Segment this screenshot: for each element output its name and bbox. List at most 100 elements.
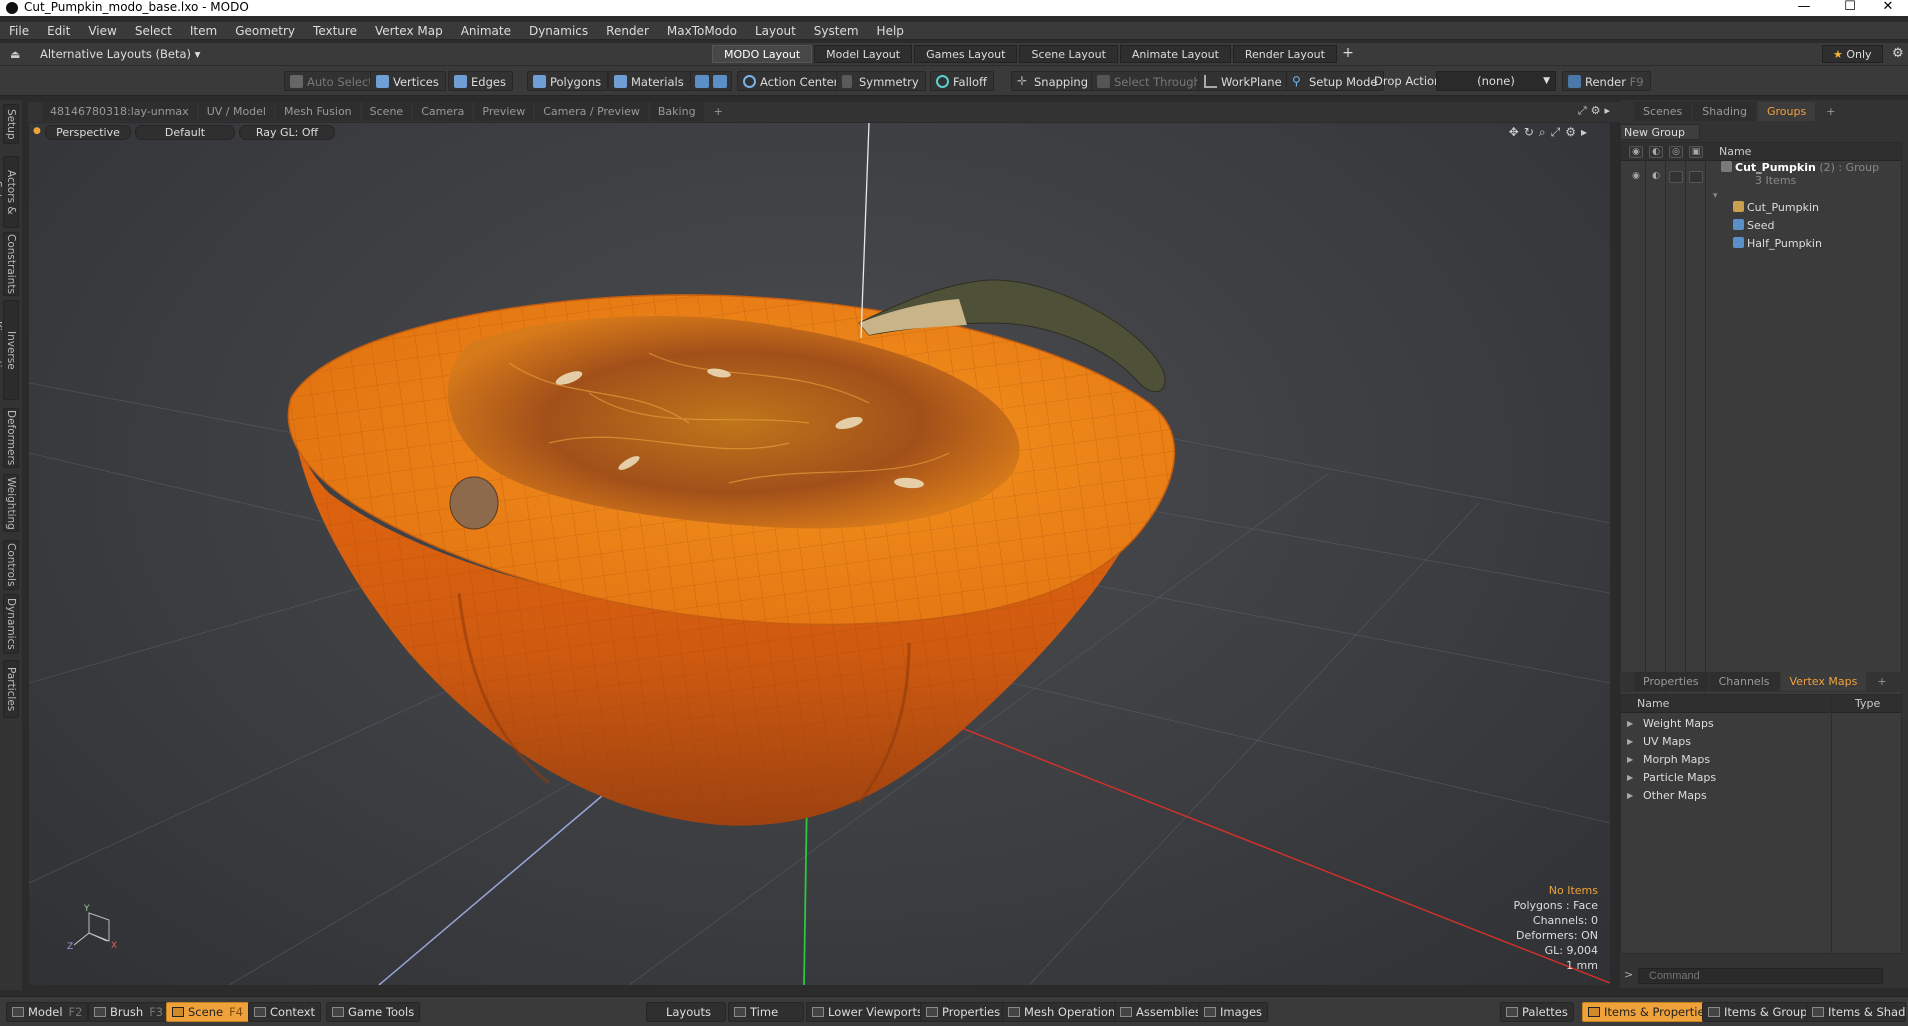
scene-button[interactable]: Scene F4 <box>166 1002 249 1022</box>
side-tab-dynamics[interactable]: Dynamics <box>3 594 19 654</box>
tab-modo-layout[interactable]: MODO Layout <box>712 45 813 63</box>
items-shading-button[interactable]: Items & Shading <box>1806 1002 1906 1022</box>
side-tab-controls[interactable]: Controls <box>3 540 19 590</box>
new-group-button[interactable]: New Group <box>1620 124 1700 140</box>
menu-system[interactable]: System <box>805 22 868 40</box>
visibility-eye-icon[interactable]: ◉ <box>1629 171 1643 183</box>
materials-button[interactable]: Materials <box>608 71 691 91</box>
close-button[interactable]: ✕ <box>1868 0 1908 16</box>
lock-icon[interactable]: ◎ <box>1669 146 1683 158</box>
items-properties-button[interactable]: Items & Properties <box>1582 1002 1717 1022</box>
tab-camera[interactable]: Camera <box>413 102 473 121</box>
tab-camera-preview[interactable]: Camera / Preview <box>535 102 648 121</box>
palettes-button[interactable]: Palettes <box>1500 1002 1574 1022</box>
tab-render-layout[interactable]: Render Layout <box>1232 45 1337 63</box>
tab-groups[interactable]: Groups <box>1757 102 1816 121</box>
model-button[interactable]: Model F2 <box>6 1002 89 1022</box>
vmap-row-morph[interactable]: ▶ Morph Maps <box>1621 751 1901 769</box>
vertices-button[interactable]: Vertices <box>370 71 446 91</box>
tab-games-layout[interactable]: Games Layout <box>914 45 1018 63</box>
edges-button[interactable]: Edges <box>448 71 513 91</box>
menu-item[interactable]: Item <box>181 22 226 40</box>
add-layout-button[interactable]: + <box>1339 45 1357 63</box>
side-tab-particles[interactable]: Particles <box>3 660 19 718</box>
symmetry-button[interactable]: Symmetry <box>836 71 926 91</box>
side-tab-setup[interactable]: Setup <box>3 104 19 144</box>
lock-checkbox[interactable] <box>1669 171 1683 183</box>
lower-viewports-button[interactable]: Lower Viewports <box>806 1002 929 1022</box>
add-panel-tab-button[interactable]: + <box>1868 672 1895 691</box>
side-tab-deformers[interactable]: Deformers <box>3 408 19 468</box>
render-button[interactable]: Render F9 <box>1562 71 1651 91</box>
side-tab-actors-sets[interactable]: Actors & Sets <box>0 156 19 228</box>
action-center-button[interactable]: Action Center <box>737 71 846 91</box>
menu-render[interactable]: Render <box>597 22 658 40</box>
side-tab-inverse-kinematics[interactable]: Inverse Kinematics <box>0 300 19 400</box>
tab-properties[interactable]: Properties <box>1634 672 1708 691</box>
viewport-options-icons[interactable]: ⤢⚙▸ <box>1578 104 1614 118</box>
polygons-button[interactable]: Polygons <box>527 71 609 91</box>
select-checkbox[interactable] <box>1689 171 1703 183</box>
tab-uv-model[interactable]: UV / Model <box>198 102 274 121</box>
selection-mode-buttons[interactable] <box>690 71 732 91</box>
shading-mode-button[interactable]: Default <box>135 125 235 140</box>
minimize-button[interactable]: — <box>1784 0 1824 16</box>
viewport-nav-icons[interactable]: ✥↻⌕⤢⚙▸ <box>1509 125 1592 140</box>
menu-geometry[interactable]: Geometry <box>226 22 304 40</box>
menu-maxtomodo[interactable]: MaxToModo <box>658 22 746 40</box>
tab-shading[interactable]: Shading <box>1693 102 1756 121</box>
side-tab-constraints[interactable]: Constraints <box>3 232 19 296</box>
only-button[interactable]: ★ Only <box>1822 45 1883 63</box>
group-child-half-pumpkin[interactable]: Half_Pumpkin <box>1733 237 1822 251</box>
images-button[interactable]: Images <box>1198 1002 1269 1022</box>
menu-texture[interactable]: Texture <box>304 22 366 40</box>
tab-channels[interactable]: Channels <box>1709 672 1779 691</box>
properties-button[interactable]: Properties <box>920 1002 1007 1022</box>
maximize-button[interactable]: ☐ <box>1830 0 1870 16</box>
menu-view[interactable]: View <box>79 22 125 40</box>
tab-baking[interactable]: Baking <box>649 102 704 121</box>
view-type-button[interactable]: Perspective <box>45 125 131 140</box>
viewport-dot-icon[interactable]: ● <box>33 126 41 136</box>
game-tools-button[interactable]: Game Tools <box>326 1002 421 1022</box>
alternative-layouts-dropdown[interactable]: Alternative Layouts (Beta) ▾ <box>40 43 200 65</box>
layout-menu-icon[interactable]: ⏏ <box>10 48 20 61</box>
tab-preview[interactable]: Preview <box>474 102 534 121</box>
3d-viewport[interactable]: Y X Z ● Perspective Default Ray GL: Off … <box>29 123 1610 985</box>
add-tab-button[interactable]: + <box>706 102 731 121</box>
tab-animate-layout[interactable]: Animate Layout <box>1119 45 1231 63</box>
vmap-row-particle[interactable]: ▶ Particle Maps <box>1621 769 1901 787</box>
select-through-button[interactable]: Select Through <box>1091 71 1208 91</box>
setup-mode-button[interactable]: ⚲ Setup Mode <box>1286 71 1385 91</box>
eye-icon[interactable]: ◉ <box>1629 146 1643 158</box>
group-child-cut-pumpkin[interactable]: Cut_Pumpkin <box>1733 201 1819 215</box>
tab-vertex-maps[interactable]: Vertex Maps <box>1780 672 1867 691</box>
menu-edit[interactable]: Edit <box>38 22 79 40</box>
side-tab-weighting[interactable]: Weighting <box>3 474 19 532</box>
render-toggle-icon[interactable]: ◐ <box>1649 146 1663 158</box>
gear-icon[interactable]: ⚙ <box>1892 46 1904 61</box>
menu-animate[interactable]: Animate <box>452 22 520 40</box>
vmap-row-other[interactable]: ▶ Other Maps <box>1621 787 1901 805</box>
menu-layout[interactable]: Layout <box>746 22 805 40</box>
tab-lay-unmax[interactable]: 48146780318:lay-unmax <box>42 102 197 121</box>
menu-file[interactable]: File <box>0 22 38 40</box>
auto-select-button[interactable]: Auto Select <box>284 71 380 91</box>
add-panel-tab-button[interactable]: + <box>1817 102 1844 121</box>
tab-scene[interactable]: Scene <box>361 102 412 121</box>
menu-vertex-map[interactable]: Vertex Map <box>366 22 452 40</box>
tab-scene-layout[interactable]: Scene Layout <box>1019 45 1118 63</box>
brush-button[interactable]: Brush F3 <box>88 1002 170 1022</box>
group-root-item[interactable]: Cut_Pumpkin (2) : Group <box>1721 161 1879 175</box>
menu-select[interactable]: Select <box>126 22 181 40</box>
workplane-button[interactable]: WorkPlane <box>1198 71 1289 91</box>
expand-triangle-icon[interactable]: ▾ <box>1713 191 1718 201</box>
vmap-row-uv[interactable]: ▶ UV Maps <box>1621 733 1901 751</box>
tab-mesh-fusion[interactable]: Mesh Fusion <box>276 102 360 121</box>
context-button[interactable]: Context <box>248 1002 322 1022</box>
items-groups-button[interactable]: Items & Groups <box>1702 1002 1820 1022</box>
select-toggle-icon[interactable]: ▣ <box>1689 146 1703 158</box>
vmap-row-weight[interactable]: ▶ Weight Maps <box>1621 715 1901 733</box>
layouts-button[interactable]: Layouts <box>646 1002 726 1022</box>
tab-scenes[interactable]: Scenes <box>1634 102 1692 121</box>
